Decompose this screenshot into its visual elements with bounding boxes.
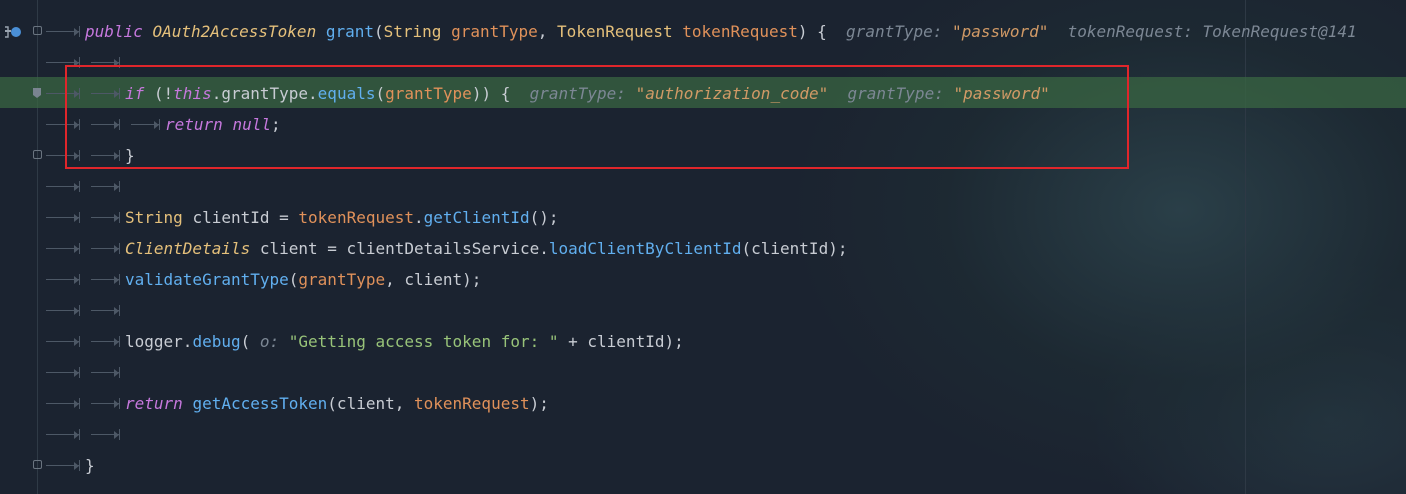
code-token: (); bbox=[529, 208, 559, 227]
code-token: ClientDetails bbox=[125, 239, 260, 258]
code-token: "Getting access token for: " bbox=[288, 332, 559, 351]
code-token: String bbox=[125, 208, 193, 227]
code-text[interactable]: } bbox=[85, 450, 95, 481]
code-token: ( bbox=[288, 270, 299, 289]
code-token: clientId = bbox=[192, 208, 299, 227]
code-line[interactable]: logger.debug( o: "Getting access token f… bbox=[0, 326, 1406, 357]
breakpoint-icon[interactable] bbox=[32, 87, 42, 99]
inline-debug-hint: grantType: bbox=[846, 22, 953, 41]
red-annotation-box bbox=[65, 65, 1129, 169]
code-token: grant bbox=[325, 22, 374, 41]
code-token: ) { bbox=[797, 22, 847, 41]
code-token: getAccessToken bbox=[192, 394, 328, 413]
code-token: return bbox=[125, 394, 193, 413]
code-line[interactable] bbox=[0, 419, 1406, 450]
code-token: tokenRequest bbox=[298, 208, 414, 227]
inline-debug-hint: tokenRequest: TokenRequest@141 bbox=[1048, 22, 1357, 41]
code-line[interactable] bbox=[0, 295, 1406, 326]
code-token: (client, bbox=[327, 394, 414, 413]
code-token: (clientId); bbox=[741, 239, 848, 258]
code-token: client = clientDetailsService. bbox=[259, 239, 549, 258]
code-line[interactable]: public OAuth2AccessToken grant(String gr… bbox=[0, 16, 1406, 47]
code-token: ( bbox=[374, 22, 384, 41]
code-token: + clientId); bbox=[558, 332, 684, 351]
code-line[interactable]: return getAccessToken(client, tokenReque… bbox=[0, 388, 1406, 419]
code-token: grantType bbox=[451, 22, 538, 41]
code-line[interactable] bbox=[0, 357, 1406, 388]
code-token: tokenRequest bbox=[682, 22, 798, 41]
code-token: OAuth2AccessToken bbox=[152, 22, 326, 41]
code-line[interactable]: String clientId = tokenRequest.getClient… bbox=[0, 202, 1406, 233]
fold-marker-icon[interactable] bbox=[33, 460, 42, 469]
code-text[interactable]: public OAuth2AccessToken grant(String gr… bbox=[85, 16, 1357, 47]
code-token: logger. bbox=[125, 332, 193, 351]
code-line[interactable]: } bbox=[0, 450, 1406, 481]
code-text[interactable]: ClientDetails client = clientDetailsServ… bbox=[125, 233, 847, 264]
code-line[interactable]: ClientDetails client = clientDetailsServ… bbox=[0, 233, 1406, 264]
code-token: validateGrantType bbox=[125, 270, 289, 289]
fold-marker-icon[interactable] bbox=[33, 26, 42, 35]
code-token: getClientId bbox=[423, 208, 530, 227]
code-token: } bbox=[85, 456, 95, 475]
code-token: grantType bbox=[298, 270, 386, 289]
code-token: debug bbox=[192, 332, 241, 351]
code-token: public bbox=[85, 22, 153, 41]
inline-debug-hint: "password" bbox=[952, 22, 1049, 41]
code-token: TokenRequest bbox=[557, 22, 683, 41]
code-token: tokenRequest bbox=[414, 394, 530, 413]
code-line[interactable] bbox=[0, 171, 1406, 202]
code-token: ( bbox=[240, 332, 260, 351]
code-token: ); bbox=[529, 394, 549, 413]
code-token: loadClientByClientId bbox=[548, 239, 742, 258]
fold-marker-icon[interactable] bbox=[33, 150, 42, 159]
code-text[interactable]: validateGrantType(grantType, client); bbox=[125, 264, 481, 295]
code-text[interactable]: return getAccessToken(client, tokenReque… bbox=[125, 388, 549, 419]
code-token: String bbox=[383, 22, 452, 41]
code-token: . bbox=[414, 208, 424, 227]
code-token: , bbox=[537, 22, 558, 41]
code-token: , client); bbox=[385, 270, 482, 289]
code-text[interactable]: logger.debug( o: "Getting access token f… bbox=[125, 326, 684, 357]
debug-step-icon[interactable] bbox=[4, 24, 22, 40]
code-line[interactable]: validateGrantType(grantType, client); bbox=[0, 264, 1406, 295]
inline-debug-hint: o: bbox=[259, 332, 289, 351]
code-text[interactable]: String clientId = tokenRequest.getClient… bbox=[125, 202, 559, 233]
